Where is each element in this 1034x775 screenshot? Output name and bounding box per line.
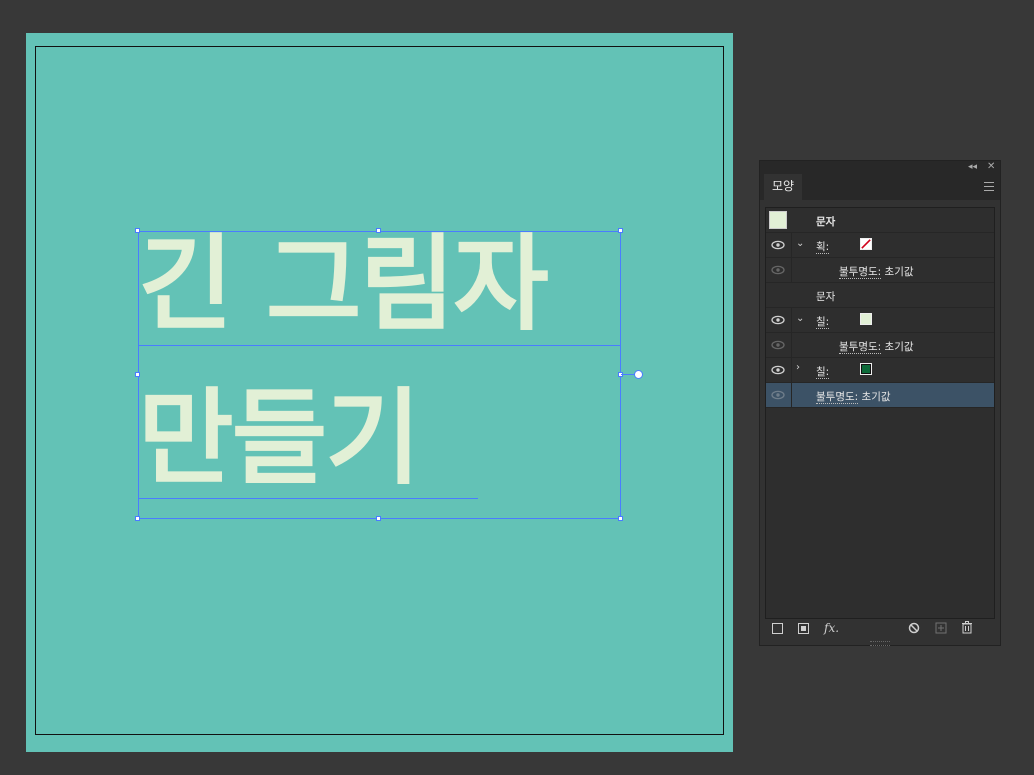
eye-icon[interactable] (771, 240, 785, 250)
divider (791, 358, 792, 382)
handle-top-right[interactable] (618, 228, 623, 233)
text-baseline-1 (138, 345, 621, 346)
list-item-stroke[interactable]: ⌄ 획: (766, 233, 994, 258)
workspace: 긴 그림자 만들기 ◂◂ ✕ 모양 문자 ⌄ 획: 불투명도: 초기값 문자 ⌄… (0, 0, 1034, 775)
handle-top-center[interactable] (376, 228, 381, 233)
tab-appearance[interactable]: 모양 (764, 174, 802, 201)
fx-effects-button[interactable]: fx. (824, 621, 839, 635)
chevron-down-icon[interactable]: ⌄ (796, 238, 804, 249)
eye-icon[interactable] (771, 315, 785, 325)
opacity-prefix[interactable]: 불투명도: (816, 391, 859, 404)
divider (791, 333, 792, 357)
appearance-list: 문자 ⌄ 획: 불투명도: 초기값 문자 ⌄ 칠: 불투명도: 초기값 › 칠:… (765, 207, 995, 619)
handle-bottom-right[interactable] (618, 516, 623, 521)
row-label: 획: (816, 239, 830, 254)
handle-middle-left[interactable] (135, 372, 140, 377)
clear-appearance-icon[interactable] (908, 622, 920, 634)
opacity-value: 초기값 (861, 391, 891, 403)
panel-menu-icon[interactable] (984, 182, 994, 191)
fill-color-swatch[interactable] (860, 363, 872, 375)
opacity-label: 불투명도: 초기값 (839, 264, 914, 279)
fill-color-swatch[interactable] (860, 313, 872, 325)
panel-tab-row: 모양 (760, 174, 1000, 201)
opacity-prefix[interactable]: 불투명도: (839, 341, 882, 354)
thumbnail-swatch (769, 211, 787, 229)
eye-icon[interactable] (771, 340, 785, 350)
list-item-fill-opacity[interactable]: 불투명도: 초기값 (766, 333, 994, 358)
list-item-object-opacity[interactable]: 불투명도: 초기값 (766, 383, 994, 408)
list-item-fill-2[interactable]: › 칠: (766, 358, 994, 383)
eye-icon[interactable] (771, 265, 785, 275)
row-label: 칠: (816, 314, 830, 329)
list-item-fill-1[interactable]: ⌄ 칠: (766, 308, 994, 333)
panel-resize-grip[interactable] (870, 641, 890, 646)
add-stroke-icon[interactable] (772, 623, 783, 634)
stroke-none-swatch[interactable] (860, 238, 872, 250)
duplicate-item-icon[interactable] (935, 622, 947, 634)
delete-trash-icon[interactable] (961, 621, 973, 634)
chevron-right-icon[interactable]: › (796, 362, 800, 373)
row-label: 칠: (816, 364, 830, 379)
list-item-characters-group[interactable]: 문자 (766, 283, 994, 308)
divider (791, 258, 792, 282)
row-label: 문자 (816, 291, 836, 303)
eye-icon[interactable] (771, 390, 785, 400)
fill-label: 칠: (816, 316, 830, 329)
opacity-prefix[interactable]: 불투명도: (839, 266, 882, 279)
list-item-stroke-opacity[interactable]: 불투명도: 초기값 (766, 258, 994, 283)
divider (791, 233, 792, 257)
handle-bottom-center[interactable] (376, 516, 381, 521)
handle-top-left[interactable] (135, 228, 140, 233)
eye-icon[interactable] (771, 365, 785, 375)
row-label: 문자 (816, 216, 836, 228)
handle-bottom-left[interactable] (135, 516, 140, 521)
close-icon[interactable]: ✕ (987, 161, 995, 172)
opacity-value: 초기값 (884, 266, 914, 278)
opacity-value: 초기값 (884, 341, 914, 353)
text-baseline-2 (138, 498, 478, 499)
selection-bounding-box[interactable] (138, 231, 621, 519)
opacity-label: 불투명도: 초기값 (816, 389, 891, 404)
divider (791, 383, 792, 407)
opacity-label: 불투명도: 초기값 (839, 339, 914, 354)
chevron-down-icon[interactable]: ⌄ (796, 313, 804, 324)
text-threading-link (621, 374, 634, 375)
stroke-label: 획: (816, 241, 830, 254)
add-fill-icon[interactable] (798, 623, 809, 634)
collapse-panel-icon[interactable]: ◂◂ (968, 162, 977, 172)
divider (791, 308, 792, 332)
list-item-character-header[interactable]: 문자 (766, 208, 994, 233)
text-out-port-handle[interactable] (634, 370, 643, 379)
panel-title-bar: ◂◂ ✕ (760, 161, 1000, 174)
appearance-panel: ◂◂ ✕ 모양 문자 ⌄ 획: 불투명도: 초기값 문자 ⌄ 칠: 불투명도: … (759, 160, 1001, 646)
panel-bottom-toolbar: fx. (760, 621, 1000, 641)
fill-label: 칠: (816, 366, 830, 379)
